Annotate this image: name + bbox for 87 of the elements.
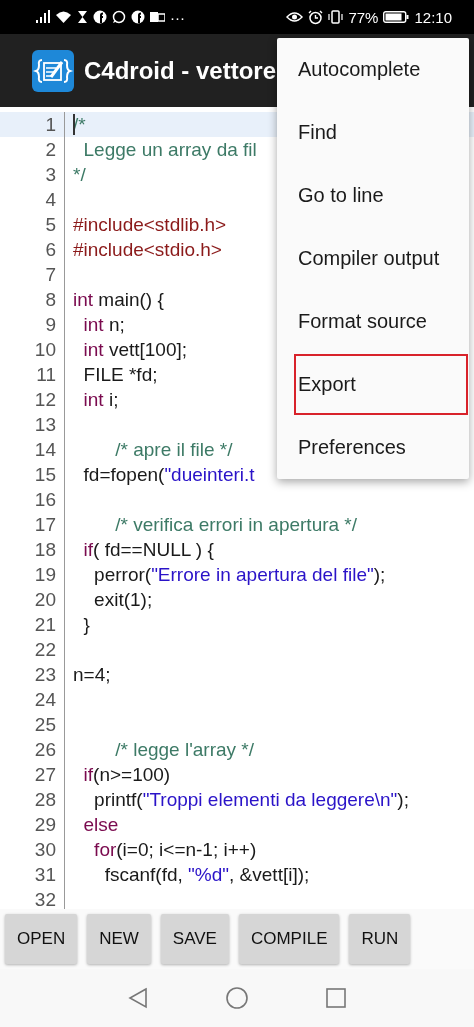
line-number: 32 <box>33 888 56 909</box>
line-number: 3 <box>44 163 56 187</box>
line-number: 2 <box>44 138 56 162</box>
menu-item[interactable]: Format source <box>277 290 469 353</box>
code-line: */ <box>73 163 86 187</box>
line-number: 24 <box>33 688 56 712</box>
line-number: 9 <box>44 313 56 337</box>
line-number: 8 <box>44 288 56 312</box>
code-line: n=4; <box>73 663 111 687</box>
menu-item[interactable]: Autocomplete <box>277 38 469 101</box>
line-number: 1 <box>44 113 56 137</box>
menu-item[interactable]: Compiler output <box>277 227 469 290</box>
line-number: 12 <box>33 388 56 412</box>
line-number: 30 <box>33 838 56 862</box>
code-line: if( fd==NULL ) { <box>82 538 214 562</box>
more-notifications: ··· <box>170 8 185 26</box>
code-line: int main() { <box>73 288 164 312</box>
toolbar-button[interactable]: RUN <box>349 914 411 964</box>
mail-app-icon <box>150 10 165 24</box>
facebook-icon <box>93 10 107 24</box>
home-icon[interactable] <box>226 987 248 1009</box>
vibrate-icon <box>328 10 344 24</box>
facebook-icon <box>131 10 145 24</box>
line-number: 4 <box>44 188 56 212</box>
line-number: 15 <box>33 463 56 487</box>
line-number: 7 <box>44 263 56 287</box>
line-number: 25 <box>33 713 56 737</box>
code-line: fscanf(fd, "%d", &vett[i]); <box>103 863 310 887</box>
code-line: } <box>82 613 90 637</box>
line-number: 19 <box>33 563 56 587</box>
line-number: 22 <box>33 638 56 662</box>
toolbar-button[interactable]: NEW <box>87 914 151 964</box>
clock-time: 12:10 <box>414 8 452 26</box>
code-line: /* legge l'array */ <box>114 738 255 762</box>
recents-icon[interactable] <box>326 988 346 1008</box>
text-cursor <box>73 114 75 135</box>
code-line: int n; <box>82 313 125 337</box>
toolbar-button[interactable]: OPEN <box>5 914 78 964</box>
line-number: 23 <box>33 663 56 687</box>
code-line: #include<stdio.h> <box>73 238 222 262</box>
menu-item[interactable]: Go to line <box>277 164 469 227</box>
line-number: 28 <box>33 788 56 812</box>
line-number: 6 <box>44 238 56 262</box>
line-number: 29 <box>33 813 56 837</box>
battery-percent: 77% <box>348 8 379 26</box>
chat-bubble-icon <box>112 10 126 24</box>
line-number: 27 <box>33 763 56 787</box>
toolbar-button[interactable]: SAVE <box>160 914 229 964</box>
line-number: 17 <box>33 513 56 537</box>
code-line: printf("Troppi elementi da leggere\n"); <box>93 788 409 812</box>
code-line: perror("Errore in apertura del file"); <box>93 563 386 587</box>
code-line: /* apre il file */ <box>114 438 233 462</box>
line-number: 16 <box>33 488 56 512</box>
menu-item[interactable]: Export <box>293 353 469 416</box>
code-line: int i; <box>82 388 119 412</box>
eye-icon <box>286 10 304 24</box>
line-number: 5 <box>44 213 56 237</box>
wifi-icon <box>55 10 72 24</box>
code-line: fd=fopen("dueinteri.t <box>82 463 255 487</box>
line-number: 11 <box>35 363 56 387</box>
line-number: 10 <box>33 338 56 362</box>
code-line: #include<stdlib.h> <box>73 213 227 237</box>
back-icon[interactable] <box>128 987 148 1009</box>
code-line: int vett[100]; <box>82 338 188 362</box>
code-line: if(n>=100) <box>82 763 171 787</box>
toolbar-button[interactable]: COMPILE <box>238 914 340 964</box>
line-number: 31 <box>33 863 56 887</box>
line-number: 26 <box>33 738 56 762</box>
line-number: 14 <box>33 438 56 462</box>
line-number: 13 <box>33 413 56 437</box>
signal-icon <box>36 10 50 24</box>
alarm-icon <box>308 9 324 25</box>
line-number: 18 <box>33 538 56 562</box>
battery-icon <box>383 11 410 23</box>
menu-item[interactable]: Preferences <box>277 416 469 479</box>
code-line: else <box>82 813 119 837</box>
menu-item[interactable]: Find <box>277 101 469 164</box>
line-number: 21 <box>33 613 56 637</box>
code-line: Legge un array da fil <box>82 138 257 162</box>
hourglass-icon <box>77 10 88 24</box>
app-title: C4droid - vettore <box>84 56 277 85</box>
code-line: for(i=0; i<=n-1; i++) <box>93 838 257 862</box>
code-line: FILE *fd; <box>82 363 158 387</box>
code-line: /* verifica errori in apertura */ <box>114 513 358 537</box>
line-number: 20 <box>33 588 56 612</box>
code-line: exit(1); <box>93 588 153 612</box>
app-logo-icon <box>32 49 74 92</box>
